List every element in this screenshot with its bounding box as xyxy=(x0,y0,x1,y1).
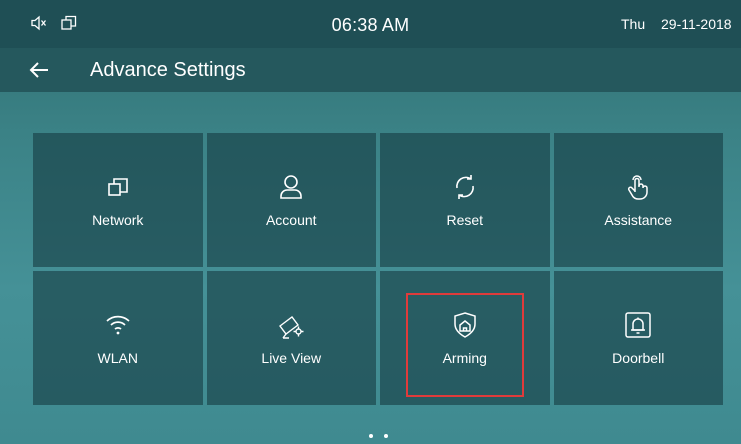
tile-live-view[interactable]: Live View xyxy=(206,271,376,405)
tile-label-live-view: Live View xyxy=(261,350,322,366)
tile-wlan[interactable]: WLAN xyxy=(33,271,203,405)
tile-label-doorbell: Doorbell xyxy=(612,350,665,366)
highlight-frame xyxy=(406,293,524,397)
status-bar: 06:38 AM Thu 29-11-2018 xyxy=(0,0,741,48)
camera-gear-icon xyxy=(279,316,304,339)
status-date: 29-11-2018 xyxy=(661,16,732,32)
tile-label-assistance: Assistance xyxy=(604,212,673,228)
status-day: Thu xyxy=(621,16,646,32)
tile-account[interactable]: Account xyxy=(206,133,376,267)
tile-label-arming: Arming xyxy=(442,350,487,366)
tile-reset[interactable]: Reset xyxy=(380,133,550,267)
tile-label-wlan: WLAN xyxy=(97,350,138,366)
tile-network[interactable]: Network xyxy=(33,133,203,267)
network-icon xyxy=(107,178,128,196)
pager-dot-2[interactable] xyxy=(384,434,388,438)
tile-doorbell[interactable]: Doorbell xyxy=(553,271,723,405)
user-icon xyxy=(280,175,303,199)
page-title: Advance Settings xyxy=(90,59,246,81)
bell-icon xyxy=(625,312,651,338)
wifi-icon xyxy=(106,315,130,335)
touch-hand-icon xyxy=(628,175,648,200)
tile-assistance[interactable]: Assistance xyxy=(553,133,723,267)
tile-label-network: Network xyxy=(92,212,144,228)
settings-grid: Network Account Reset Assistance WLAN Li… xyxy=(33,133,723,405)
pager-dot-1[interactable] xyxy=(369,434,373,438)
back-arrow-icon[interactable] xyxy=(28,60,50,80)
tile-label-reset: Reset xyxy=(446,212,484,228)
title-bar: Advance Settings xyxy=(0,48,741,92)
tile-arming[interactable]: Arming xyxy=(380,271,550,405)
reset-icon xyxy=(455,175,474,199)
tile-label-account: Account xyxy=(265,212,317,228)
shield-home-icon xyxy=(454,312,476,338)
